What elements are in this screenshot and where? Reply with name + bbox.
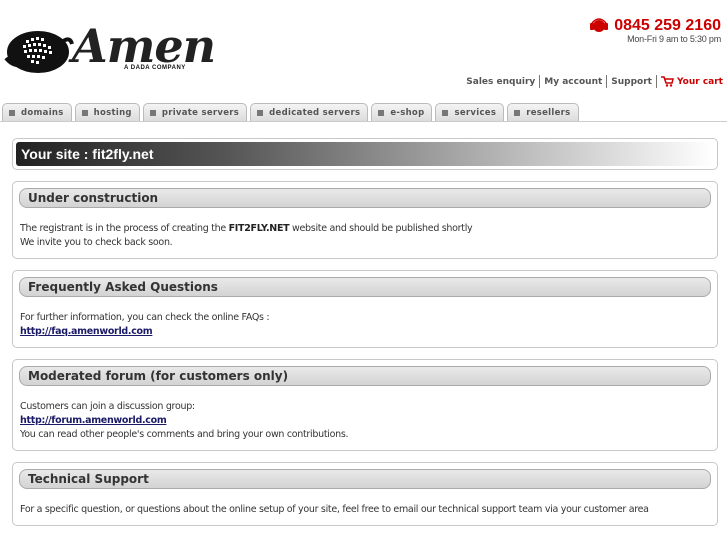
tab-label: e-shop [390,107,425,118]
sales-enquiry-link[interactable]: Sales enquiry [462,77,539,87]
section-text: Customers can join a discussion group: [20,401,195,412]
my-account-link[interactable]: My account [540,77,606,87]
tab-label: domains [21,107,64,118]
square-bullet-icon [378,109,385,116]
phone-number: 0845 259 2160 [614,17,721,34]
tab-services[interactable]: services [435,103,505,121]
logo-subtitle: A DADA COMPANY [124,65,186,71]
tab-label: dedicated servers [269,107,361,118]
tab-label: hosting [93,107,132,118]
square-bullet-icon [257,109,264,116]
section-heading: Under construction [19,188,711,208]
section-forum: Moderated forum (for customers only) Cus… [12,359,718,451]
tab-e-shop[interactable]: e-shop [371,103,433,121]
tab-label: services [454,107,497,118]
tab-label: resellers [526,107,571,118]
section-under-construction: Under construction The registrant is in … [12,181,718,259]
faq-link[interactable]: http://faq.amenworld.com [20,326,153,337]
tab-resellers[interactable]: resellers [507,103,579,121]
section-body: For a specific question, or questions ab… [19,489,711,517]
your-cart-link[interactable]: Your cart [657,76,723,87]
phone-block: 0845 259 2160 Mon-Fri 9 am to 5:30 pm [588,17,721,44]
top-navigation: Sales enquiry My account Support Your ca… [462,75,723,88]
text-span: website and should be published shortly [289,223,473,234]
section-technical-support: Technical Support For a specific questio… [12,462,718,526]
site-title-box: Your site : fit2fly.net [12,138,718,170]
domain-name: FIT2FLY.NET [228,223,290,234]
section-body: Customers can join a discussion group: h… [19,386,711,442]
square-bullet-icon [442,109,449,116]
section-heading: Frequently Asked Questions [19,277,711,297]
tabs-divider [0,121,727,122]
section-text: For a specific question, or questions ab… [20,504,649,515]
section-faq: Frequently Asked Questions For further i… [12,270,718,348]
header: Amen A DADA COMPANY 0845 259 2160 Mon-Fr… [0,0,727,100]
section-body: For further information, you can check t… [19,297,711,339]
square-bullet-icon [81,109,88,116]
section-text: You can read other people's comments and… [20,429,349,440]
section-text: For further information, you can check t… [20,312,270,323]
tab-domains[interactable]: domains [2,103,72,121]
tab-label: private servers [161,107,240,118]
square-bullet-icon [149,109,156,116]
tab-hosting[interactable]: hosting [74,103,140,121]
tab-private-servers[interactable]: private servers [142,103,248,121]
page-title: Your site : fit2fly.net [16,142,714,166]
section-text: The registrant is in the process of crea… [20,222,710,236]
your-cart-label: Your cart [676,76,723,87]
tab-dedicated-servers[interactable]: dedicated servers [250,103,369,121]
square-bullet-icon [514,109,521,116]
support-link[interactable]: Support [607,77,656,87]
section-heading: Technical Support [19,469,711,489]
section-text: We invite you to check back soon. [20,237,173,248]
text-span: The registrant is in the process of crea… [20,223,229,234]
square-bullet-icon [9,109,15,116]
main-content: Your site : fit2fly.net Under constructi… [12,138,718,526]
globe-ball-icon [4,31,74,73]
cart-icon [660,76,674,87]
section-body: The registrant is in the process of crea… [19,208,711,250]
forum-link[interactable]: http://forum.amenworld.com [20,415,167,426]
phone-hours: Mon-Fri 9 am to 5:30 pm [627,34,721,44]
amen-logo[interactable]: Amen A DADA COMPANY [4,18,216,78]
headset-icon [590,18,609,32]
section-heading: Moderated forum (for customers only) [19,366,711,386]
main-tabs: domains hosting private servers dedicate… [2,103,579,121]
